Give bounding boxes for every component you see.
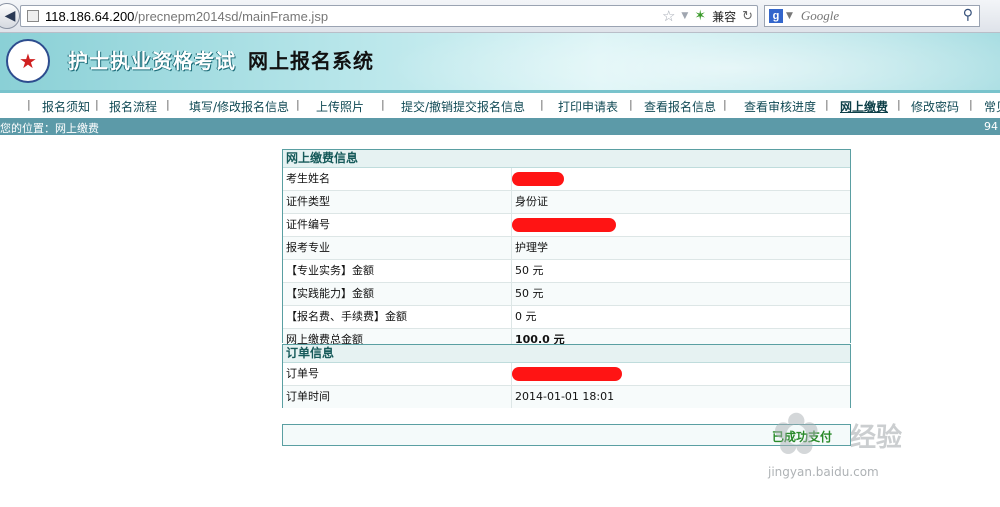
watermark-url: jingyan.baidu.com <box>768 465 879 479</box>
nav-separator: | <box>166 98 170 111</box>
row-label: 订单时间 <box>283 386 512 408</box>
table-row: 【专业实务】金额 50 元 <box>283 260 850 283</box>
nav-separator: | <box>629 98 633 111</box>
search-engine-dropdown-icon[interactable]: ▼ <box>786 11 793 21</box>
table-row: 【实践能力】金额 50 元 <box>283 283 850 306</box>
watermark-brand: 经验 <box>850 423 903 453</box>
nav-separator: | <box>296 98 300 111</box>
nav-item-faq[interactable]: 常见 <box>984 98 1000 115</box>
site-header-banner: ★ 护士执业资格考试 网上报名系统 <box>0 33 1000 90</box>
row-label: 【实践能力】金额 <box>283 283 512 305</box>
extension-puzzle-icon[interactable]: ✶ <box>694 8 706 24</box>
redaction-mark <box>512 172 564 186</box>
row-value <box>512 214 850 236</box>
nav-separator: | <box>540 98 544 111</box>
nav-separator: | <box>825 98 829 111</box>
nav-item-online-payment[interactable]: 网上缴费 <box>840 98 888 115</box>
nav-separator: | <box>381 98 385 111</box>
row-label: 【专业实务】金额 <box>283 260 512 282</box>
table-row: 【报名费、手续费】金额 0 元 <box>283 306 850 329</box>
header-title: 护士执业资格考试 <box>68 49 236 73</box>
redaction-mark <box>512 367 622 381</box>
table-row: 考生姓名 <box>283 168 850 191</box>
row-value: 护理学 <box>515 241 548 254</box>
order-info-title: 订单信息 <box>283 345 850 363</box>
browser-toolbar: ◀ 118.186.64.200 /precnepm2014sd/mainFra… <box>0 0 1000 33</box>
nav-separator: | <box>969 98 973 111</box>
row-value <box>512 363 850 385</box>
nav-separator: | <box>95 98 99 111</box>
nav-item-submit[interactable]: 提交/撤销提交报名信息 <box>401 98 525 115</box>
table-row: 报考专业 护理学 <box>283 237 850 260</box>
table-row: 订单号 <box>283 363 850 386</box>
row-value: 身份证 <box>515 195 548 208</box>
row-label: 【报名费、手续费】金额 <box>283 306 512 328</box>
location-bar: 您的位置：网上缴费 94 <box>0 118 1000 135</box>
nav-item-change-password[interactable]: 修改密码 <box>911 98 959 115</box>
row-value: 50 元 <box>515 287 544 300</box>
nav-item-notice[interactable]: 报名须知 <box>42 98 90 115</box>
nav-item-print[interactable]: 打印申请表 <box>558 98 618 115</box>
nav-separator: | <box>723 98 727 111</box>
bookmark-star-icon[interactable]: ☆ <box>662 7 675 25</box>
nav-item-edit-info[interactable]: 填写/修改报名信息 <box>189 98 289 115</box>
site-logo: ★ <box>6 39 50 83</box>
nav-separator: | <box>897 98 901 111</box>
payment-info-panel: 网上缴费信息 考生姓名 证件类型 身份证 证件编号 报考专业 护理学 【专业实务… <box>282 149 851 351</box>
watermark: ✿ 经验 jingyan.baidu.com <box>766 397 956 489</box>
table-row: 订单时间 2014-01-01 18:01 <box>283 386 850 408</box>
redaction-mark <box>512 218 616 232</box>
row-label: 报考专业 <box>283 237 512 259</box>
back-arrow-icon[interactable]: ◀ <box>0 3 20 29</box>
address-bar[interactable]: 118.186.64.200 /precnepm2014sd/mainFrame… <box>20 5 758 27</box>
google-engine-icon[interactable]: g <box>769 9 783 23</box>
address-bar-tools: ☆ ▼ ✶ 兼容 ↻ <box>662 7 753 25</box>
search-bar[interactable]: g ▼ ⚲ <box>764 5 980 27</box>
nav-item-process[interactable]: 报名流程 <box>109 98 157 115</box>
logo-star-icon: ★ <box>19 49 37 73</box>
table-row: 证件编号 <box>283 214 850 237</box>
nav-item-view-info[interactable]: 查看报名信息 <box>644 98 716 115</box>
header-subtitle: 网上报名系统 <box>248 49 374 73</box>
row-value: 50 元 <box>515 264 544 277</box>
row-label: 订单号 <box>283 363 512 385</box>
dropdown-arrow-icon[interactable]: ▼ <box>681 11 688 21</box>
nav-item-upload-photo[interactable]: 上传照片 <box>316 98 364 115</box>
header-decoration <box>380 33 1000 90</box>
search-icon[interactable]: ⚲ <box>963 7 973 23</box>
row-value <box>512 168 850 190</box>
search-input[interactable] <box>798 7 963 25</box>
nav-item-review-progress[interactable]: 查看审核进度 <box>744 98 816 115</box>
row-label: 证件类型 <box>283 191 512 213</box>
compat-mode-button[interactable]: 兼容 <box>712 8 736 25</box>
row-value: 0 元 <box>515 310 537 323</box>
url-host: 118.186.64.200 <box>45 8 135 24</box>
site-page-icon <box>27 10 39 22</box>
table-row: 证件类型 身份证 <box>283 191 850 214</box>
reload-icon[interactable]: ↻ <box>742 9 753 24</box>
payment-info-title: 网上缴费信息 <box>283 150 850 168</box>
location-right-text: 94 <box>984 120 998 133</box>
nav-separator: | <box>27 98 31 111</box>
url-path: /precnepm2014sd/mainFrame.jsp <box>134 8 329 24</box>
paw-logo-icon: ✿ <box>772 400 821 468</box>
row-label: 考生姓名 <box>283 168 512 190</box>
breadcrumb: 您的位置：网上缴费 <box>0 122 99 135</box>
row-label: 证件编号 <box>283 214 512 236</box>
main-nav: | 报名须知 | 报名流程 | 填写/修改报名信息 | 上传照片 | 提交/撤销… <box>0 90 1000 118</box>
